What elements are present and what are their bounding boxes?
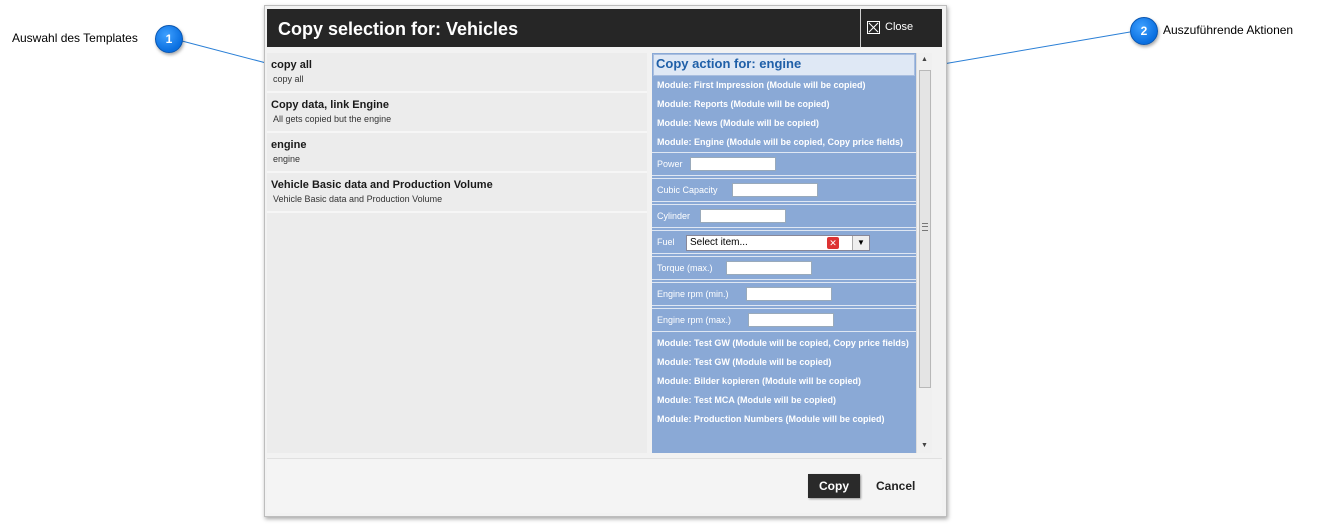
module-action: Module: Test MCA (Module will be copied) (657, 395, 836, 405)
fuel-label: Fuel (657, 237, 675, 247)
template-item-vehicle-basic-data[interactable]: Vehicle Basic data and Production Volume… (267, 173, 647, 213)
close-button[interactable]: Close (860, 9, 943, 47)
cubic-capacity-label: Cubic Capacity (657, 185, 718, 195)
chevron-down-icon[interactable]: ▼ (852, 236, 869, 250)
cubic-capacity-input[interactable] (732, 183, 818, 197)
dialog-titlebar: Copy selection for: Vehicles Close (267, 9, 942, 47)
template-name: copy all (271, 59, 312, 71)
callout-1-badge: 1 (155, 25, 183, 53)
fuel-select[interactable]: Select item... ✕ ▼ (686, 235, 870, 251)
rpm-min-label: Engine rpm (min.) (657, 289, 729, 299)
grip-icon (922, 223, 928, 231)
torque-label: Torque (max.) (657, 263, 713, 273)
template-item-copy-all[interactable]: copy all copy all (267, 53, 647, 93)
callout-2-label: Auszuführende Aktionen (1163, 23, 1294, 37)
rpm-max-label: Engine rpm (max.) (657, 315, 732, 325)
callout-2-badge: 2 (1130, 17, 1158, 45)
module-action: Module: Test GW (Module will be copied, … (657, 338, 909, 348)
template-description: copy all (273, 74, 304, 84)
copy-actions-panel: Copy action for: engine Module: First Im… (652, 53, 916, 453)
template-description: engine (273, 154, 301, 164)
cylinder-input[interactable] (700, 209, 786, 223)
field-row-rpm-max: Engine rpm (max.) (652, 308, 916, 332)
module-action: Module: Production Numbers (Module will … (657, 414, 885, 424)
scroll-up-icon[interactable]: ▲ (917, 53, 932, 67)
field-row-fuel: Fuel Select item... ✕ ▼ (652, 230, 916, 254)
module-action: Module: First Impression (Module will be… (657, 80, 866, 90)
cancel-button[interactable]: Cancel (870, 474, 918, 498)
dialog-footer: Copy Cancel (267, 458, 942, 513)
template-name: engine (271, 139, 307, 151)
scroll-down-icon[interactable]: ▼ (917, 439, 932, 453)
actions-header: Copy action for: engine (653, 54, 915, 76)
cylinder-label: Cylinder (657, 211, 691, 221)
module-action: Module: Test GW (Module will be copied) (657, 357, 832, 367)
close-label: Close (885, 21, 914, 33)
field-row-rpm-min: Engine rpm (min.) (652, 282, 916, 306)
copy-selection-dialog: Copy selection for: Vehicles Close copy … (264, 5, 947, 517)
actions-header-title: Copy action for: engine (656, 56, 802, 71)
clear-icon[interactable]: ✕ (827, 237, 839, 249)
dialog-title: Copy selection for: Vehicles (278, 19, 519, 39)
fuel-select-value: Select item... (690, 237, 748, 248)
field-row-cylinder: Cylinder (652, 204, 916, 228)
module-action: Module: Reports (Module will be copied) (657, 99, 830, 109)
scroll-thumb[interactable] (919, 70, 931, 388)
callout-1-label: Auswahl des Templates (12, 31, 138, 45)
actions-scrollbar[interactable]: ▲ ▼ (916, 53, 932, 453)
copy-button[interactable]: Copy (808, 474, 860, 498)
template-description: All gets copied but the engine (273, 114, 392, 124)
template-name: Copy data, link Engine (271, 99, 389, 111)
power-label: Power (657, 159, 683, 169)
close-icon (867, 21, 880, 34)
template-name: Vehicle Basic data and Production Volume (271, 179, 493, 191)
field-row-power: Power (652, 152, 916, 176)
torque-input[interactable] (726, 261, 812, 275)
module-action: Module: Engine (Module will be copied, C… (657, 137, 904, 147)
module-action: Module: News (Module will be copied) (657, 118, 820, 128)
power-input[interactable] (690, 157, 776, 171)
rpm-min-input[interactable] (746, 287, 832, 301)
template-item-copy-data-link-engine[interactable]: Copy data, link Engine All gets copied b… (267, 93, 647, 133)
rpm-max-input[interactable] (748, 313, 834, 327)
module-action: Module: Bilder kopieren (Module will be … (657, 376, 862, 386)
callout-1-line (181, 40, 271, 65)
field-row-cubic-capacity: Cubic Capacity (652, 178, 916, 202)
template-item-engine[interactable]: engine engine (267, 133, 647, 173)
field-row-torque: Torque (max.) (652, 256, 916, 280)
template-list: copy all copy all Copy data, link Engine… (267, 53, 647, 453)
template-description: Vehicle Basic data and Production Volume (273, 194, 443, 204)
